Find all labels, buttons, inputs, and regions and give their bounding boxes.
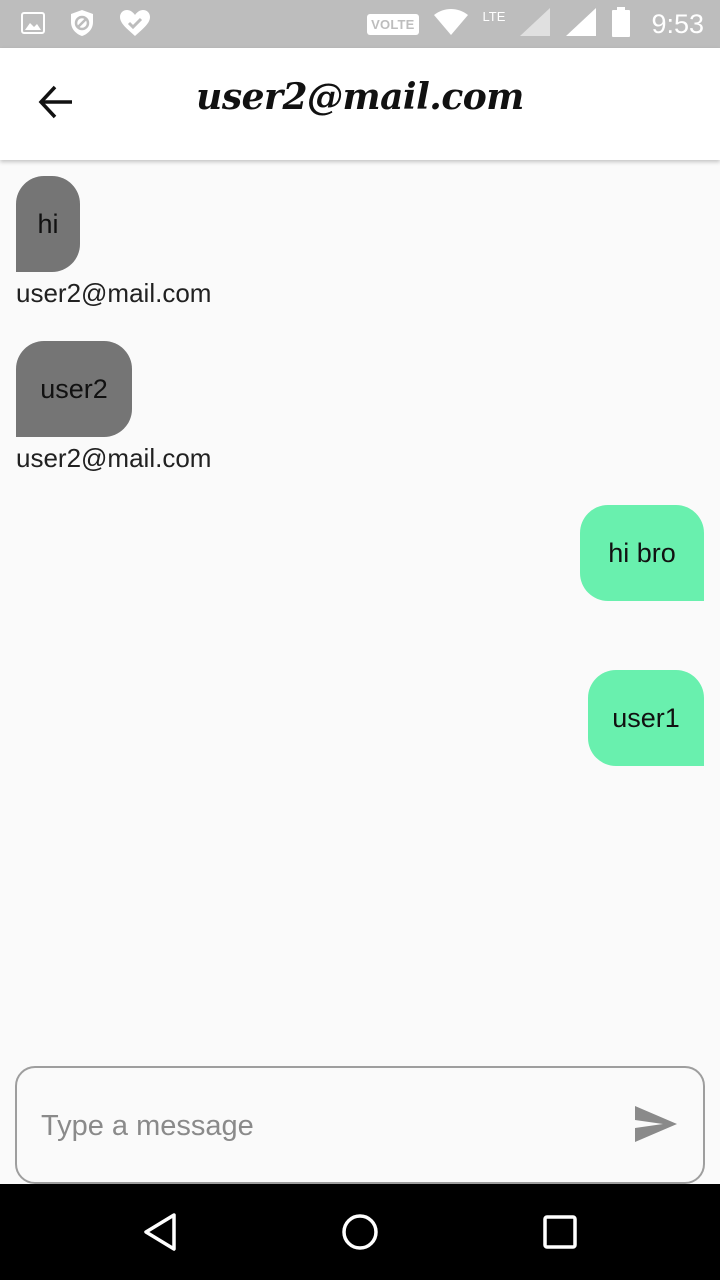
message-text: user2	[40, 373, 108, 404]
send-icon	[633, 1106, 679, 1148]
message-text: hi bro	[608, 537, 676, 568]
message-input[interactable]	[39, 1096, 599, 1156]
message-text: hi	[37, 208, 59, 239]
message-bubble-sent[interactable]: user1	[588, 670, 704, 766]
home-circle-icon	[340, 1214, 380, 1256]
battery-icon	[611, 6, 631, 43]
message-sender: user2@mail.com	[16, 443, 212, 473]
nav-home-button[interactable]	[340, 1212, 380, 1252]
lte-label: LTE	[482, 9, 506, 24]
volte-badge: VOLTE	[367, 14, 419, 35]
message-bubble-received[interactable]: hi	[16, 176, 80, 272]
status-bar-left	[20, 8, 152, 43]
system-nav-bar	[0, 1184, 720, 1280]
app-bar: user2@mail.com	[0, 48, 720, 160]
status-bar-right: VOLTE LTE 9:53	[367, 6, 704, 43]
status-bar: VOLTE LTE 9:53	[0, 0, 720, 48]
heart-check-icon	[118, 8, 152, 43]
signal-icon	[565, 7, 597, 42]
send-button[interactable]	[633, 1104, 681, 1148]
page-title: user2@mail.com	[196, 76, 524, 118]
wifi-icon	[433, 8, 469, 41]
nav-recents-button[interactable]	[540, 1212, 580, 1252]
message-bubble-received[interactable]: user2	[16, 341, 132, 437]
back-triangle-icon	[140, 1213, 180, 1256]
nav-back-button[interactable]	[140, 1212, 180, 1252]
message-sender: user2@mail.com	[16, 278, 212, 308]
recents-square-icon	[540, 1215, 580, 1256]
message-composer	[15, 1066, 705, 1184]
message-list[interactable]: hi user2@mail.com user2 user2@mail.com h…	[0, 160, 720, 1060]
status-time: 9:53	[651, 9, 704, 39]
message-text: user1	[612, 702, 680, 733]
message-bubble-sent[interactable]: hi bro	[580, 505, 704, 601]
signal-icon	[519, 7, 551, 42]
gallery-icon	[20, 10, 46, 41]
shield-icon	[68, 8, 96, 43]
